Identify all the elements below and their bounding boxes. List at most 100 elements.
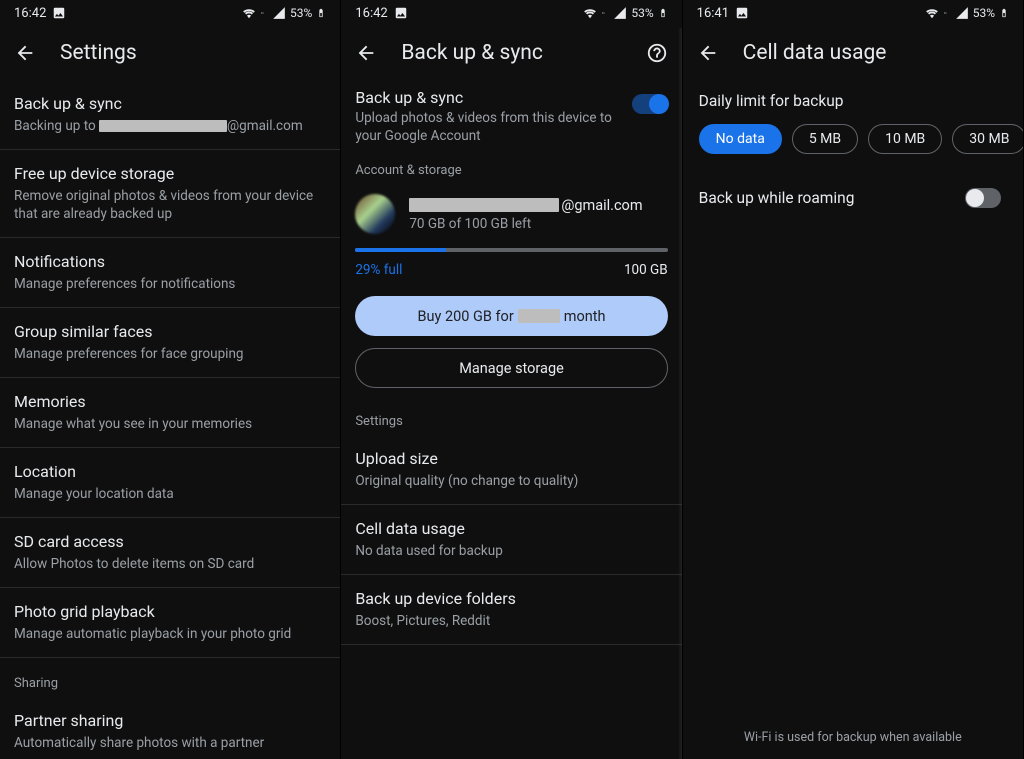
redacted-email (409, 198, 559, 212)
back-button[interactable] (14, 42, 36, 64)
signal-icon (272, 6, 286, 20)
cell-data-screen: 16:41 53% Cell data usage Daily limit fo… (683, 0, 1024, 759)
status-bar: 16:42 53% (0, 0, 340, 26)
item-sd-card[interactable]: SD card access Allow Photos to delete it… (0, 518, 340, 588)
item-title: Cell data usage (355, 519, 667, 540)
manage-storage-button[interactable]: Manage storage (355, 348, 667, 388)
page-title: Back up & sync (401, 41, 543, 65)
page-title: Cell data usage (743, 41, 887, 65)
back-button[interactable] (355, 42, 377, 64)
settings-screen: 16:42 53% Settings Back up & sync Backin… (0, 0, 341, 759)
item-memories[interactable]: Memories Manage what you see in your mem… (0, 378, 340, 448)
item-title: Memories (14, 392, 326, 413)
wifi-icon (242, 6, 256, 20)
help-button[interactable] (646, 42, 668, 64)
dots-icon (260, 8, 268, 18)
section-settings: Settings (341, 388, 681, 435)
backup-sync-screen: 16:42 53% Back up & sync Back up & sync … (341, 0, 682, 759)
account-email: @gmail.com (409, 197, 642, 214)
item-title: Back up device folders (355, 589, 667, 610)
section-sharing: Sharing (0, 658, 340, 697)
battery-icon (316, 6, 326, 20)
chip-5mb[interactable]: 5 MB (792, 124, 858, 154)
chip-no-data[interactable]: No data (699, 124, 782, 154)
percent-full: 29% full (355, 262, 402, 278)
clock: 16:42 (355, 6, 387, 21)
page-title: Settings (60, 41, 137, 65)
item-subtitle: Manage automatic playback in your photo … (14, 625, 326, 643)
redacted-email (99, 120, 227, 132)
quota-text: 70 GB of 100 GB left (409, 216, 642, 232)
item-subtitle: Manage what you see in your memories (14, 415, 326, 433)
image-icon (394, 6, 408, 20)
item-free-storage[interactable]: Free up device storage Remove original p… (0, 150, 340, 238)
section-account-storage: Account & storage (341, 145, 681, 184)
item-subtitle: Allow Photos to delete items on SD card (14, 555, 326, 573)
dots-icon (943, 8, 951, 18)
item-title: Notifications (14, 252, 326, 273)
clock: 16:41 (697, 6, 729, 21)
storage-progress (355, 248, 667, 252)
daily-limit-label: Daily limit for backup (683, 80, 1023, 124)
app-bar: Cell data usage (683, 26, 1023, 80)
backup-subtitle: Upload photos & videos from this device … (355, 109, 619, 145)
item-subtitle: Manage preferences for face grouping (14, 345, 326, 363)
item-subtitle: Manage your location data (14, 485, 326, 503)
clock: 16:42 (14, 6, 46, 21)
chip-10mb[interactable]: 10 MB (868, 124, 942, 154)
signal-icon (613, 6, 627, 20)
roaming-row: Back up while roaming (683, 154, 1023, 208)
wifi-icon (583, 6, 597, 20)
item-title: Free up device storage (14, 164, 326, 185)
item-device-folders[interactable]: Back up device folders Boost, Pictures, … (341, 575, 681, 645)
item-subtitle: Automatically share photos with a partne… (14, 734, 326, 752)
avatar (355, 194, 395, 234)
item-subtitle: Remove original photos & videos from you… (14, 187, 326, 223)
redacted-price (518, 309, 560, 323)
item-subtitle: Original quality (no change to quality) (355, 472, 667, 490)
account-row[interactable]: @gmail.com 70 GB of 100 GB left (341, 184, 681, 234)
item-title: Upload size (355, 449, 667, 470)
battery-pct: 53% (973, 6, 995, 20)
item-cell-data[interactable]: Cell data usage No data used for backup (341, 505, 681, 575)
item-title: Partner sharing (14, 711, 326, 732)
wifi-icon (925, 6, 939, 20)
status-bar: 16:42 53% (341, 0, 681, 26)
footer-note: Wi-Fi is used for backup when available (683, 730, 1023, 745)
item-title: Group similar faces (14, 322, 326, 343)
image-icon (52, 6, 66, 20)
item-grid-playback[interactable]: Photo grid playback Manage automatic pla… (0, 588, 340, 658)
backup-title: Back up & sync (355, 88, 619, 107)
backup-toggle[interactable] (632, 94, 668, 114)
item-subtitle: No data used for backup (355, 542, 667, 560)
total-capacity: 100 GB (624, 262, 668, 278)
item-partner-sharing[interactable]: Partner sharing Automatically share phot… (0, 697, 340, 759)
roaming-toggle[interactable] (965, 188, 1001, 208)
signal-icon (955, 6, 969, 20)
battery-pct: 53% (631, 6, 653, 20)
backup-toggle-row: Back up & sync Upload photos & videos fr… (341, 80, 681, 145)
battery-pct: 53% (290, 6, 312, 20)
item-subtitle: Boost, Pictures, Reddit (355, 612, 667, 630)
item-subtitle: Backing up to @gmail.com (14, 117, 326, 135)
item-group-faces[interactable]: Group similar faces Manage preferences f… (0, 308, 340, 378)
item-backup-sync[interactable]: Back up & sync Backing up to @gmail.com (0, 80, 340, 150)
item-title: SD card access (14, 532, 326, 553)
battery-icon (658, 6, 668, 20)
status-bar: 16:41 53% (683, 0, 1023, 26)
chip-30mb[interactable]: 30 MB (952, 124, 1023, 154)
back-button[interactable] (697, 42, 719, 64)
app-bar: Back up & sync (341, 26, 681, 80)
buy-storage-button[interactable]: Buy 200 GB for month (355, 296, 667, 336)
item-subtitle: Manage preferences for notifications (14, 275, 326, 293)
chip-group: No data 5 MB 10 MB 30 MB Un (683, 124, 1023, 154)
dots-icon (601, 8, 609, 18)
item-upload-size[interactable]: Upload size Original quality (no change … (341, 435, 681, 505)
app-bar: Settings (0, 26, 340, 80)
item-title: Photo grid playback (14, 602, 326, 623)
item-notifications[interactable]: Notifications Manage preferences for not… (0, 238, 340, 308)
item-title: Location (14, 462, 326, 483)
battery-icon (999, 6, 1009, 20)
item-title: Back up & sync (14, 94, 326, 115)
item-location[interactable]: Location Manage your location data (0, 448, 340, 518)
